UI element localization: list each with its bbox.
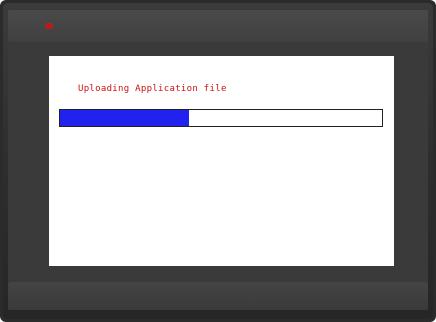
status-led-indicator bbox=[46, 24, 52, 28]
display-screen: Uploading Application file bbox=[49, 56, 394, 266]
upload-status-text: Uploading Application file bbox=[78, 84, 227, 94]
upload-progress-bar bbox=[59, 109, 383, 127]
bottom-bezel-strip bbox=[8, 282, 428, 310]
hmi-device: Uploading Application file bbox=[0, 0, 436, 322]
upload-progress-fill bbox=[60, 110, 189, 126]
top-bezel-strip bbox=[8, 10, 428, 42]
